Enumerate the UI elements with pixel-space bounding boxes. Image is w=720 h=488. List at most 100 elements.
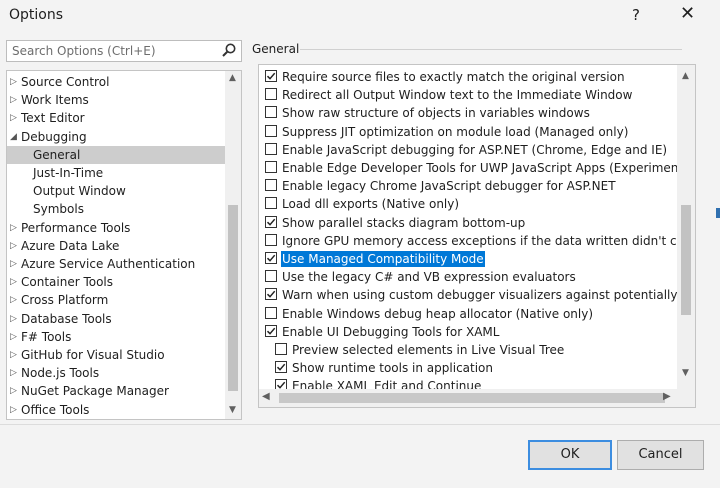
checkbox-unchecked[interactable]: [275, 343, 287, 355]
tree-item-text-editor[interactable]: ▷ Text Editor: [7, 109, 225, 127]
tree-item-database-tools[interactable]: ▷ Database Tools: [7, 310, 225, 328]
option-label: Enable UI Debugging Tools for XAML: [282, 324, 500, 339]
tree-item-label: Azure Data Lake: [21, 238, 120, 253]
footer-divider: [0, 424, 720, 425]
checkmark-icon: [266, 254, 276, 262]
options-list[interactable]: Require source files to exactly match th…: [258, 64, 696, 408]
collapsed-arrow-icon[interactable]: ▷: [10, 109, 17, 127]
tree-item-label: Work Items: [21, 93, 89, 108]
tree-item-node-js-tools[interactable]: ▷ Node.js Tools: [7, 364, 225, 382]
checkbox-unchecked[interactable]: [265, 270, 277, 283]
window-title: Options: [9, 7, 64, 23]
options-scroll-thumb[interactable]: [681, 205, 691, 315]
tree-item-label: General: [33, 147, 81, 162]
ok-button[interactable]: OK: [528, 440, 612, 470]
collapsed-arrow-icon[interactable]: ▷: [10, 328, 17, 346]
checkbox-checked[interactable]: [265, 288, 277, 301]
collapsed-arrow-icon[interactable]: ▷: [10, 382, 17, 400]
option-label: Require source files to exactly match th…: [282, 70, 625, 84]
checkbox-checked[interactable]: [265, 70, 277, 82]
tree-item-source-control[interactable]: ▷ Source Control: [7, 73, 225, 91]
tree-item-office-tools[interactable]: ▷ Office Tools: [7, 401, 225, 419]
title-bar: Options ? ✕: [0, 0, 720, 32]
checkbox-unchecked[interactable]: [265, 88, 277, 101]
tree-item-just-in-time[interactable]: Just-In-Time: [7, 164, 225, 182]
checkbox-unchecked[interactable]: [265, 142, 277, 155]
checkbox-unchecked[interactable]: [265, 124, 277, 137]
tree-item-label: Source Control: [21, 75, 110, 89]
search-input[interactable]: Search Options (Ctrl+E): [6, 40, 242, 62]
checkbox-unchecked[interactable]: [265, 106, 277, 119]
checkbox-checked[interactable]: [265, 252, 277, 264]
collapsed-arrow-icon[interactable]: ▷: [10, 237, 17, 255]
tree-item-debugging[interactable]: ◢ Debugging: [7, 128, 225, 146]
option-label: Show raw structure of objects in variabl…: [282, 106, 590, 121]
collapsed-arrow-icon[interactable]: ▷: [10, 273, 17, 291]
scroll-right-icon[interactable]: ▶: [663, 391, 671, 402]
scroll-up-icon[interactable]: ▲: [682, 71, 689, 81]
tree-item-label: Node.js Tools: [21, 366, 100, 381]
collapsed-arrow-icon[interactable]: ▷: [10, 346, 17, 364]
collapsed-arrow-icon[interactable]: ▷: [10, 91, 17, 109]
checkbox-checked[interactable]: [265, 215, 277, 228]
scroll-left-icon[interactable]: ◀: [262, 391, 270, 402]
options-vscrollbar[interactable]: ▲ ▼: [677, 65, 695, 407]
option-label: Suppress JIT optimization on module load…: [282, 124, 629, 139]
tree-item-work-items[interactable]: ▷ Work Items: [7, 91, 225, 109]
option-label: Use Managed Compatibility Mode: [281, 251, 485, 267]
tree-item-f-tools[interactable]: ▷ F# Tools: [7, 328, 225, 346]
option-label: Enable Edge Developer Tools for UWP Java…: [282, 161, 696, 175]
search-icon[interactable]: [221, 42, 237, 58]
tree-item-label: F# Tools: [21, 329, 72, 344]
tree-item-symbols[interactable]: Symbols: [7, 200, 225, 218]
checkbox-unchecked[interactable]: [265, 233, 277, 246]
expanded-arrow-icon[interactable]: ◢: [10, 128, 17, 146]
options-hscrollbar[interactable]: ◀ ▶: [259, 389, 677, 407]
tree-item-label: Azure Service Authentication: [21, 257, 196, 271]
tree-item-output-window[interactable]: Output Window: [7, 182, 225, 200]
collapsed-arrow-icon[interactable]: ▷: [10, 255, 17, 273]
tree-item-label: GitHub for Visual Studio: [21, 348, 165, 362]
checkbox-checked[interactable]: [265, 324, 277, 337]
tree-item-label: Performance Tools: [21, 220, 131, 235]
option-label: Enable legacy Chrome JavaScript debugger…: [282, 179, 616, 194]
option-label: Redirect all Output Window text to the I…: [282, 88, 633, 103]
collapsed-arrow-icon[interactable]: ▷: [10, 310, 17, 328]
checkbox-checked[interactable]: [275, 361, 287, 374]
collapsed-arrow-icon[interactable]: ▷: [10, 73, 17, 91]
tree-item-container-tools[interactable]: ▷ Container Tools: [7, 273, 225, 291]
checkbox-unchecked[interactable]: [265, 161, 277, 173]
scroll-up-icon[interactable]: ▲: [229, 73, 236, 83]
tree-item-label: Symbols: [33, 202, 84, 217]
collapsed-arrow-icon[interactable]: ▷: [10, 401, 17, 419]
scroll-down-icon[interactable]: ▼: [229, 405, 236, 415]
help-button[interactable]: ?: [632, 6, 640, 24]
collapsed-arrow-icon[interactable]: ▷: [10, 219, 17, 237]
checkmark-icon: [266, 72, 276, 80]
options-tree[interactable]: ▷ Source Control ▷ Work Items ▷ Text Editor ◢ D…: [6, 70, 242, 420]
checkmark-icon: [266, 327, 276, 335]
options-hscroll-thumb[interactable]: [279, 393, 665, 403]
collapsed-arrow-icon[interactable]: ▷: [10, 364, 17, 382]
collapsed-arrow-icon[interactable]: ▷: [10, 291, 17, 309]
tree-item-github-for-visual-studio[interactable]: ▷ GitHub for Visual Studio: [7, 346, 225, 364]
tree-scrollbar[interactable]: ▲ ▼: [225, 71, 241, 419]
section-label: General: [252, 42, 300, 56]
tree-item-label: Just-In-Time: [33, 166, 104, 180]
tree-scroll-thumb[interactable]: [228, 205, 238, 391]
option-label: Show runtime tools in application: [292, 361, 493, 376]
checkbox-unchecked[interactable]: [265, 197, 277, 210]
tree-item-general[interactable]: General: [7, 145, 225, 164]
scroll-down-icon[interactable]: ▼: [682, 368, 689, 378]
option-label: Show parallel stacks diagram bottom-up: [282, 215, 526, 230]
checkbox-unchecked[interactable]: [265, 179, 277, 192]
tree-item-label: Text Editor: [21, 111, 85, 126]
tree-item-azure-service-authentication[interactable]: ▷ Azure Service Authentication: [7, 255, 225, 273]
tree-item-cross-platform[interactable]: ▷ Cross Platform: [7, 291, 225, 309]
close-button[interactable]: ✕: [680, 3, 695, 24]
tree-item-azure-data-lake[interactable]: ▷ Azure Data Lake: [7, 237, 225, 255]
checkbox-unchecked[interactable]: [265, 306, 277, 319]
tree-item-performance-tools[interactable]: ▷ Performance Tools: [7, 219, 225, 237]
cancel-button[interactable]: Cancel: [617, 440, 704, 470]
tree-item-nuget-package-manager[interactable]: ▷ NuGet Package Manager: [7, 382, 225, 400]
